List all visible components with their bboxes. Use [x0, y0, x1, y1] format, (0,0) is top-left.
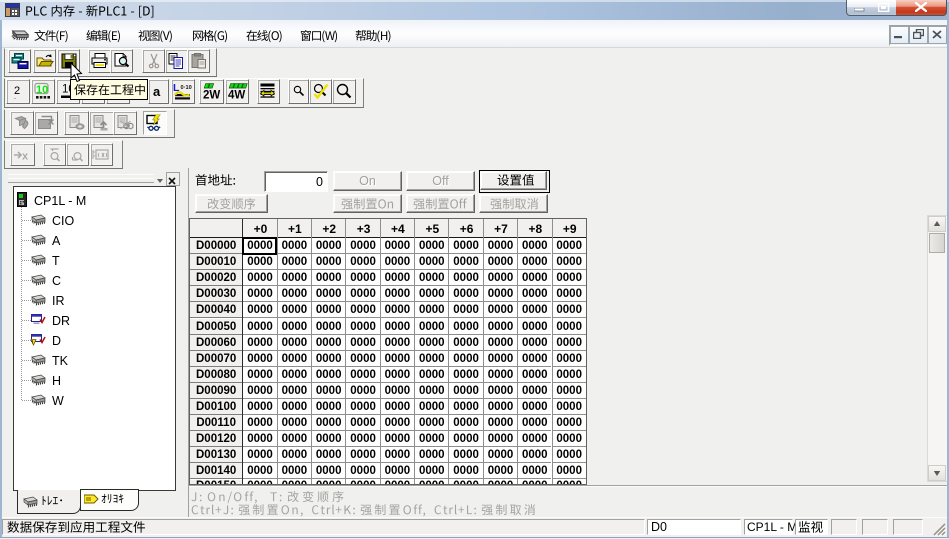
svg-text:0·10: 0·10	[180, 85, 191, 91]
svg-text:,: ,	[14, 94, 16, 99]
svg-text:a: a	[153, 84, 161, 98]
svg-text:10: 10	[36, 84, 48, 96]
svg-text:x: x	[22, 150, 29, 161]
svg-text:2W: 2W	[203, 90, 220, 100]
svg-text:!: !	[32, 340, 33, 346]
svg-text:4W: 4W	[228, 90, 245, 100]
